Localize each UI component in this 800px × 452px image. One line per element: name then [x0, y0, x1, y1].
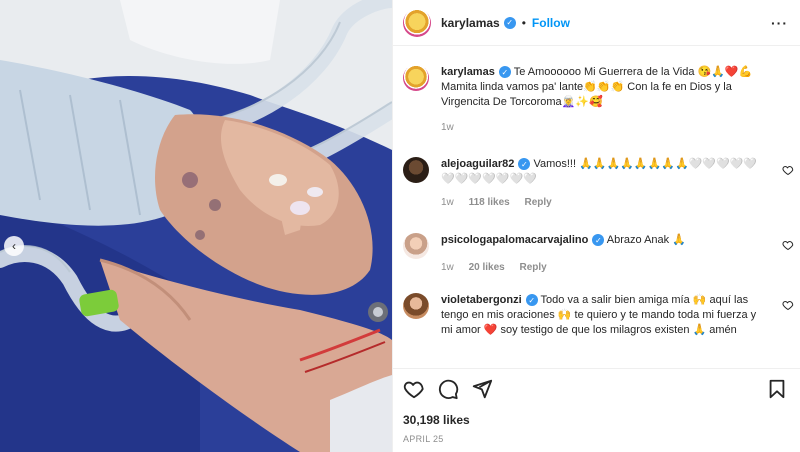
comment-item: psicologapalomacarvajalino ✓ Abrazo Anak … [403, 233, 793, 275]
share-icon[interactable] [471, 378, 493, 400]
commenter-avatar[interactable] [403, 293, 429, 319]
heart-icon[interactable] [782, 164, 794, 176]
more-options-icon[interactable]: ··· [771, 15, 788, 31]
comment-item: violetabergonzi ✓ Todo va a salir bien am… [403, 293, 793, 338]
heart-icon[interactable] [782, 239, 794, 251]
comment-item: alejoaguilar82 ✓ Vamos!!! 🙏🙏🙏🙏🙏🙏🙏🙏🤍🤍🤍🤍🤍🤍🤍… [403, 157, 793, 210]
verified-badge-icon: ✓ [525, 294, 538, 307]
comment-icon[interactable] [437, 378, 459, 400]
commenter-username[interactable]: alejoaguilar82 [441, 158, 514, 170]
post-details-panel: karylamas ✓ • Follow ··· karylamas ✓ Te A… [392, 0, 800, 452]
hands-photo-illustration [0, 0, 392, 452]
chevron-left-icon[interactable]: ‹ [4, 236, 24, 256]
heart-icon[interactable] [403, 378, 425, 400]
commenter-username[interactable]: violetabergonzi [441, 294, 522, 306]
verified-badge-icon: ✓ [592, 234, 605, 247]
comment-likes[interactable]: 20 likes [469, 262, 505, 273]
post-photo: ‹ [0, 0, 392, 452]
verified-badge-icon: ✓ [503, 16, 516, 29]
commenter-username[interactable]: psicologapalomacarvajalino [441, 234, 588, 246]
verified-badge-icon: ✓ [518, 158, 531, 171]
caption-author-avatar[interactable] [403, 65, 429, 91]
likes-count[interactable]: 30,198 likes [403, 413, 788, 427]
comments-list: karylamas ✓ Te Amoooooo Mi Guerrera de la… [393, 47, 800, 367]
caption-author-username[interactable]: karylamas [441, 66, 495, 78]
comment-time[interactable]: 1w [441, 262, 454, 273]
commenter-avatar[interactable] [403, 233, 429, 259]
reply-button[interactable]: Reply [520, 262, 547, 273]
caption-time[interactable]: 1w [441, 122, 454, 133]
bookmark-icon[interactable] [766, 378, 788, 400]
verified-badge-icon: ✓ [498, 66, 511, 79]
comment-text: Abrazo Anak 🙏 [606, 234, 686, 246]
caption: karylamas ✓ Te Amoooooo Mi Guerrera de la… [403, 65, 793, 135]
post-date[interactable]: APRIL 25 [403, 434, 788, 444]
heart-icon[interactable] [782, 299, 794, 311]
follow-button[interactable]: Follow [532, 16, 570, 30]
separator-dot: • [521, 15, 526, 30]
comment-likes[interactable]: 118 likes [469, 197, 510, 208]
reply-button[interactable]: Reply [525, 197, 552, 208]
instagram-post: ‹ karylamas ✓ • Follow ··· karylamas ✓ Te… [0, 0, 800, 452]
comment-time[interactable]: 1w [441, 197, 454, 208]
author-username[interactable]: karylamas [441, 16, 500, 30]
author-avatar[interactable] [403, 8, 431, 37]
post-header: karylamas ✓ • Follow ··· [393, 0, 800, 46]
action-icons-row [403, 377, 788, 401]
post-actions: 30,198 likes APRIL 25 [393, 368, 800, 444]
commenter-avatar[interactable] [403, 157, 429, 183]
